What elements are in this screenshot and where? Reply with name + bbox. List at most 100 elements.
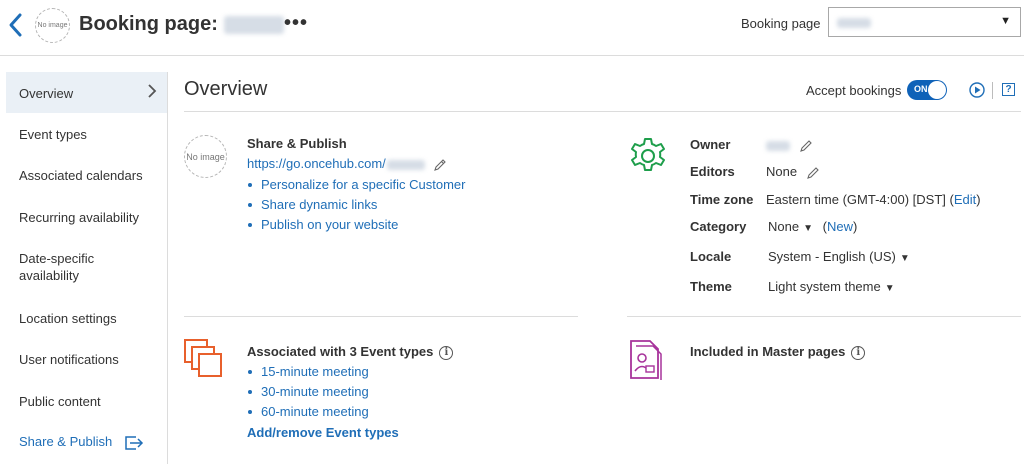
list-item: Personalize for a specific Customer: [247, 176, 465, 196]
locale-selected: System - English (US): [768, 249, 896, 264]
play-video-icon[interactable]: [969, 82, 985, 98]
list-item: 30-minute meeting: [247, 383, 369, 403]
share-avatar: No image: [184, 135, 227, 178]
sidebar-item-label: Recurring availability: [19, 210, 139, 225]
toggle-state-label: ON: [914, 84, 928, 94]
category-new-close: ): [852, 219, 858, 234]
sidebar-item-label: Public content: [19, 394, 101, 409]
info-icon[interactable]: i: [439, 345, 454, 360]
dropdown-caret-icon: ▼: [884, 283, 895, 294]
theme-dropdown[interactable]: Light system theme ▼: [768, 279, 895, 294]
theme-label: Theme: [690, 279, 732, 294]
event-types-list: 15-minute meeting 30-minute meeting 60-m…: [247, 363, 369, 423]
category-selected: None: [768, 219, 800, 234]
category-label: Category: [690, 219, 747, 234]
owner-label: Owner: [690, 137, 731, 152]
gear-icon: [631, 138, 665, 171]
list-item: Publish on your website: [247, 216, 465, 236]
locale-dropdown[interactable]: System - English (US) ▼: [768, 249, 910, 264]
header: No image Booking page: ••• Booking page …: [0, 0, 1024, 56]
event-types-title: Associated with 3 Event types i: [247, 344, 454, 360]
sidebar-item-user-notifications[interactable]: User notifications: [6, 351, 167, 368]
sidebar-item-label: Associated calendars: [19, 168, 143, 183]
timezone-paren: ): [976, 192, 981, 207]
publish-website-link[interactable]: Publish on your website: [261, 217, 398, 232]
sidebar-item-label: Event types: [19, 127, 87, 142]
booking-page-url: https://go.oncehub.com/: [247, 156, 447, 172]
edit-owner-pencil-icon[interactable]: [799, 139, 813, 153]
toolbar-divider: [992, 82, 993, 99]
dropdown-caret-icon: ▼: [1000, 15, 1011, 27]
more-options-button[interactable]: •••: [284, 12, 308, 35]
sidebar-item-label: Date-specific availability: [19, 251, 95, 283]
sidebar-item-label: Overview: [19, 86, 74, 101]
dropdown-caret-icon: ▼: [803, 223, 813, 234]
event-type-link[interactable]: 60-minute meeting: [261, 404, 369, 419]
new-category-link[interactable]: New: [827, 219, 853, 234]
overview-title: Overview: [184, 78, 268, 100]
redacted-url-slug: [386, 159, 425, 170]
sidebar-item-public-content[interactable]: Public content: [6, 393, 167, 410]
add-remove-event-types-link[interactable]: Add/remove Event types: [247, 425, 399, 440]
overview-divider: [184, 111, 1021, 112]
accept-bookings-label: Accept bookings: [806, 83, 902, 98]
timezone-value: Eastern time (GMT-4:00) [DST] (Edit): [766, 192, 981, 207]
event-type-link[interactable]: 30-minute meeting: [261, 384, 369, 399]
sidebar-item-label: Share & Publish: [19, 434, 113, 449]
personalize-customer-link[interactable]: Personalize for a specific Customer: [261, 177, 465, 192]
event-types-title-text: Associated with 3 Event types: [247, 344, 434, 359]
avatar-text: No image: [37, 21, 68, 29]
list-item: 15-minute meeting: [247, 363, 369, 383]
master-pages-title-text: Included in Master pages: [690, 344, 846, 359]
help-icon[interactable]: ?: [1002, 83, 1015, 96]
page-title: Booking page:: [79, 13, 284, 36]
sidebar-item-share-publish[interactable]: Share & Publish: [6, 433, 167, 451]
sidebar: Overview Event types Associated calendar…: [6, 72, 168, 464]
edit-timezone-link[interactable]: Edit: [954, 192, 976, 207]
dropdown-caret-icon: ▼: [899, 253, 910, 264]
info-icon[interactable]: i: [851, 345, 866, 360]
redacted-page-name: [223, 15, 284, 34]
locale-label: Locale: [690, 249, 732, 264]
booking-page-link[interactable]: https://go.oncehub.com/: [247, 156, 386, 171]
list-item: Share dynamic links: [247, 196, 465, 216]
sidebar-item-label: Location settings: [19, 311, 117, 326]
booking-page-select[interactable]: ▼: [828, 7, 1021, 37]
edit-pencil-icon[interactable]: [433, 158, 447, 172]
accept-bookings-toggle[interactable]: ON: [907, 80, 947, 100]
back-arrow-icon[interactable]: [6, 12, 26, 38]
edit-editors-pencil-icon[interactable]: [806, 166, 820, 180]
redacted-selected-page: [837, 18, 871, 28]
sidebar-item-date-specific-availability[interactable]: Date-specific availability: [6, 250, 146, 284]
avatar-text: No image: [186, 151, 225, 162]
section-divider-left: [184, 316, 578, 317]
category-value: None ▼ (New): [768, 219, 857, 234]
timezone-text: Eastern time (GMT-4:00) [DST] (: [766, 192, 954, 207]
share-dynamic-links-link[interactable]: Share dynamic links: [261, 197, 377, 212]
list-item: 60-minute meeting: [247, 403, 369, 423]
event-types-icon: [184, 339, 222, 377]
sidebar-item-recurring-availability[interactable]: Recurring availability: [6, 209, 167, 226]
section-divider-right: [627, 316, 1021, 317]
sidebar-item-location-settings[interactable]: Location settings: [6, 310, 167, 327]
sidebar-item-event-types[interactable]: Event types: [6, 126, 167, 143]
share-arrow-icon: [125, 435, 143, 450]
sidebar-item-label: User notifications: [19, 352, 119, 367]
owner-value: [766, 137, 813, 153]
share-publish-title: Share & Publish: [247, 136, 347, 151]
share-links-list: Personalize for a specific Customer Shar…: [247, 176, 465, 236]
master-pages-title: Included in Master pages i: [690, 344, 866, 360]
sidebar-item-overview[interactable]: Overview: [6, 72, 167, 113]
booking-page-avatar: No image: [35, 8, 70, 43]
editors-value: None: [766, 164, 820, 180]
redacted-owner-name: [766, 140, 790, 151]
sidebar-item-associated-calendars[interactable]: Associated calendars: [6, 167, 167, 184]
editors-text: None: [766, 164, 798, 179]
timezone-label: Time zone: [690, 192, 754, 207]
booking-page-selector-label: Booking page: [741, 16, 821, 31]
category-dropdown[interactable]: None ▼: [768, 219, 813, 234]
page-title-label: Booking page:: [79, 13, 218, 35]
event-type-link[interactable]: 15-minute meeting: [261, 364, 369, 379]
editors-label: Editors: [690, 164, 735, 179]
master-pages-icon: [630, 340, 662, 380]
